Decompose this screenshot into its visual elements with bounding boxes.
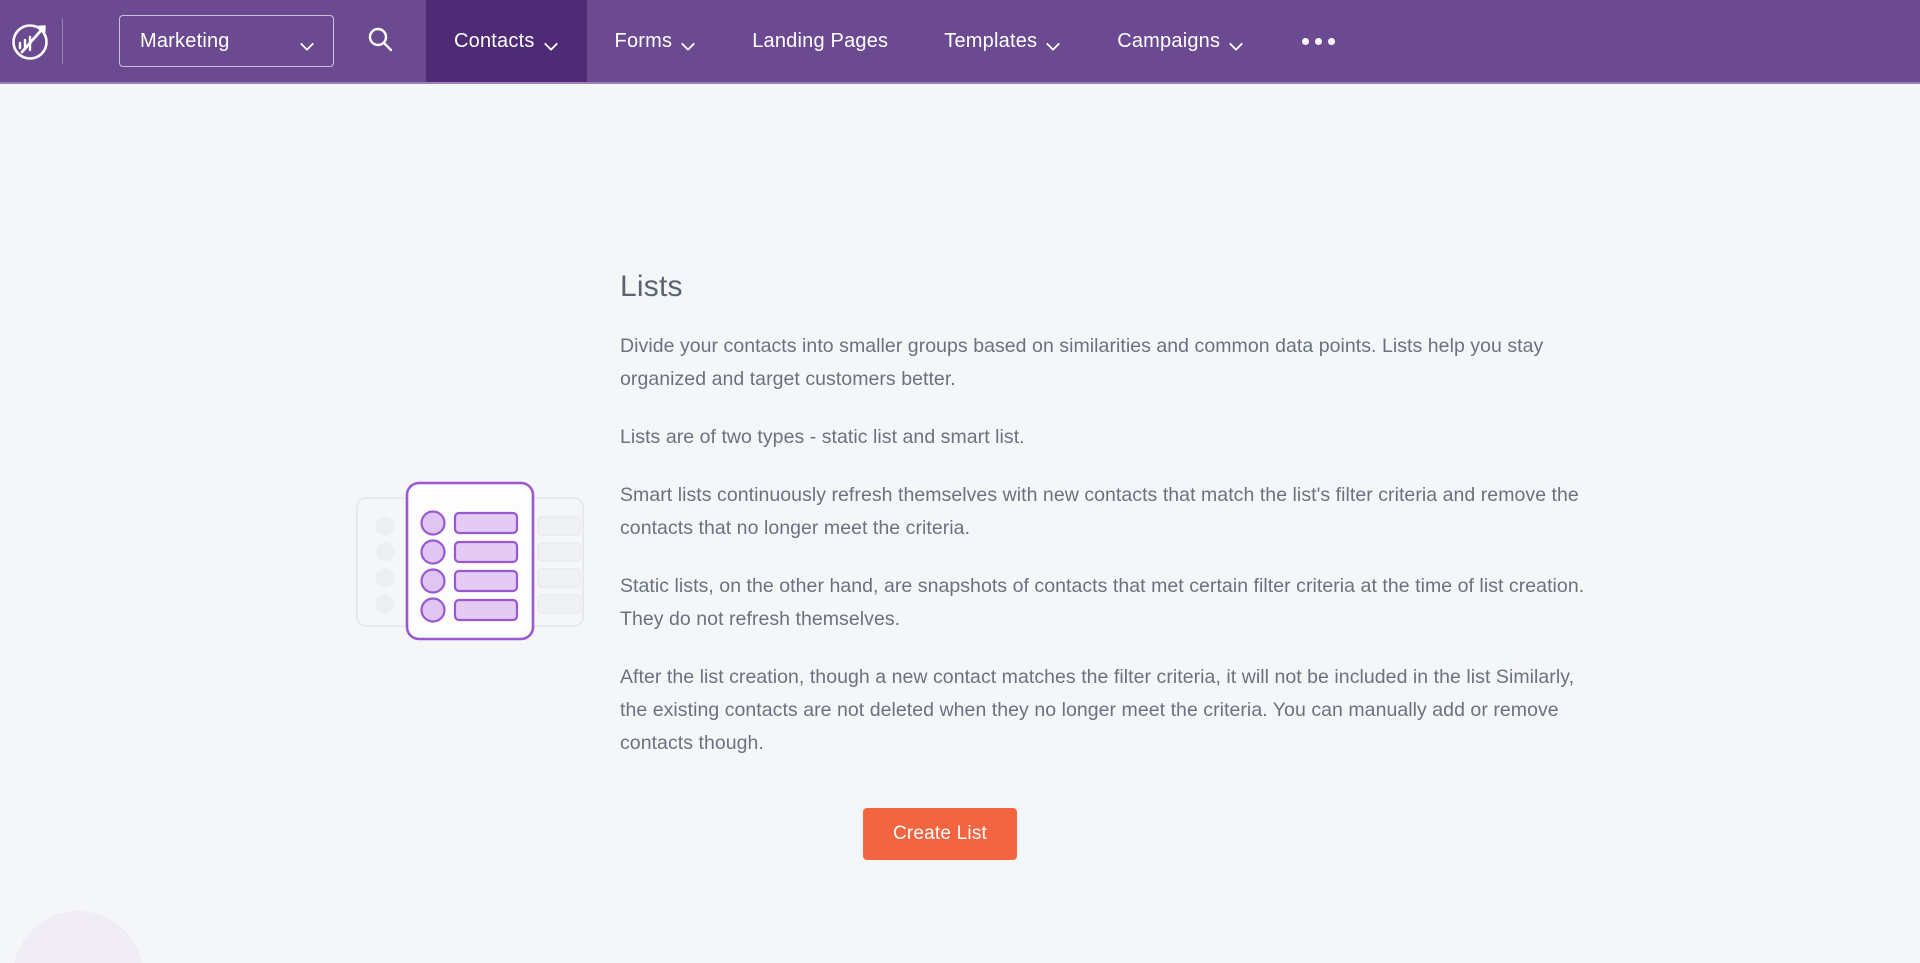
primary-nav-items: Contacts Forms Landing Pages Templates C…: [426, 0, 1920, 82]
description-paragraph-2: Lists are of two types - static list and…: [620, 426, 1025, 448]
chevron-down-icon: [302, 39, 315, 47]
empty-state-panel: Lists Divide your contacts into smaller …: [0, 84, 1920, 860]
nav-item-contacts[interactable]: Contacts: [426, 0, 587, 82]
nav-item-campaigns[interactable]: Campaigns: [1089, 0, 1272, 82]
ellipsis-icon: [1302, 37, 1336, 45]
nav-item-label: Landing Pages: [752, 29, 889, 52]
chevron-down-icon: [546, 39, 559, 47]
top-navigation-bar: Marketing Contacts Forms Landing Pages T…: [0, 0, 1920, 84]
description-paragraph-4: Static lists, on the other hand, are sna…: [620, 575, 1585, 630]
description-paragraph-5: After the list creation, though a new co…: [620, 666, 1575, 754]
chevron-down-icon: [683, 39, 696, 47]
nav-item-templates[interactable]: Templates: [916, 0, 1089, 82]
nav-item-label: Campaigns: [1117, 29, 1221, 52]
page-title: Lists: [620, 270, 683, 303]
nav-item-label: Templates: [944, 29, 1038, 52]
help-chat-bubble-icon[interactable]: [13, 911, 143, 963]
app-switcher-label: Marketing: [140, 29, 230, 52]
chevron-down-icon: [1048, 39, 1061, 47]
app-logo[interactable]: [0, 0, 62, 82]
search-icon: [365, 24, 395, 59]
nav-more-menu-button[interactable]: [1272, 0, 1365, 82]
app-switcher-button[interactable]: Marketing: [119, 15, 334, 67]
search-button[interactable]: [334, 0, 426, 82]
nav-item-landing-pages[interactable]: Landing Pages: [724, 0, 916, 82]
description-paragraph-3: Smart lists continuously refresh themsel…: [620, 484, 1579, 539]
logo-divider: [62, 18, 63, 64]
main-content-area: Lists Divide your contacts into smaller …: [0, 84, 1920, 963]
cta-row: Create List: [620, 808, 1600, 860]
nav-item-label: Forms: [614, 29, 673, 52]
chevron-down-icon: [1231, 39, 1244, 47]
lists-illustration: [320, 270, 620, 650]
zoho-marketing-logo-icon: [9, 19, 53, 63]
description-paragraph-1: Divide your contacts into smaller groups…: [620, 335, 1544, 390]
nav-item-forms[interactable]: Forms: [587, 0, 725, 82]
create-list-button[interactable]: Create List: [862, 808, 1018, 860]
lists-illustration-icon: [355, 480, 585, 650]
nav-item-label: Contacts: [454, 29, 535, 52]
lists-description-block: Lists Divide your contacts into smaller …: [620, 270, 1600, 860]
